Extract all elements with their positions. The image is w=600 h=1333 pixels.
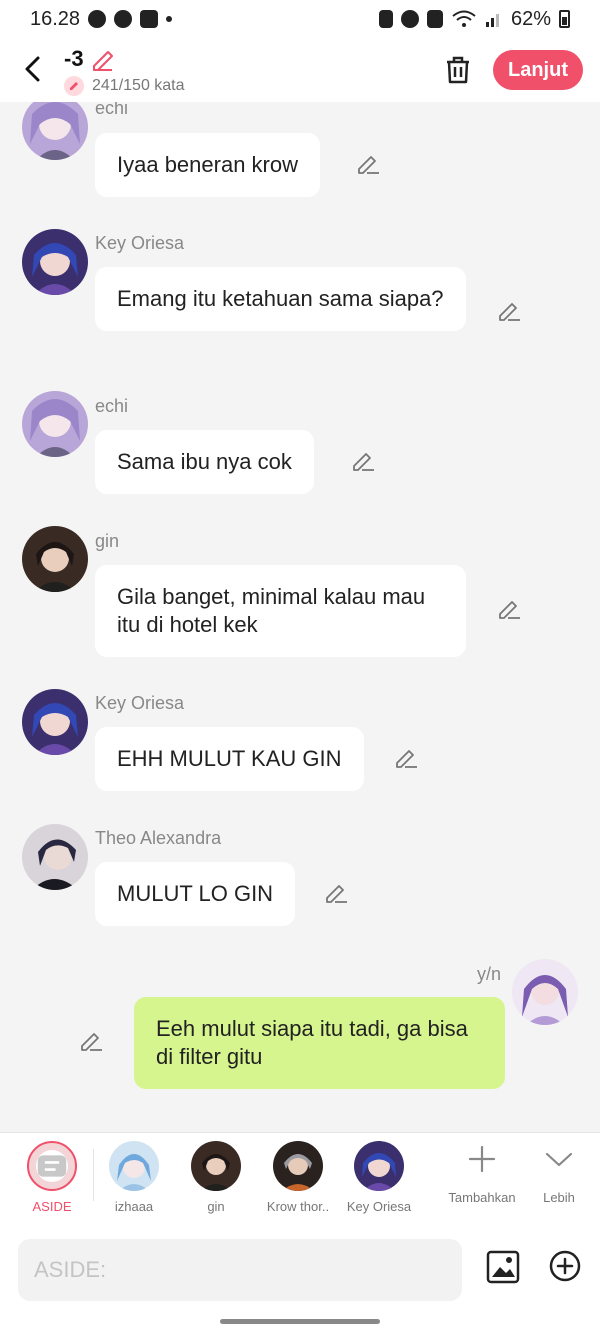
character-izhaaa[interactable]: izhaaa	[94, 1141, 174, 1214]
chat-area[interactable]: echi Iyaa beneran krow Key Oriesa Emang …	[0, 102, 600, 1132]
character-avatar	[354, 1141, 404, 1191]
image-icon	[486, 1250, 520, 1284]
character-avatar	[109, 1141, 159, 1191]
character-name: gin	[207, 1199, 225, 1214]
avatar-key-oriesa[interactable]	[22, 689, 88, 755]
plus-icon	[468, 1145, 496, 1173]
edit-message-button[interactable]	[496, 298, 522, 324]
edit-message-button[interactable]	[355, 151, 381, 177]
pencil-icon	[396, 750, 417, 768]
word-count-text: 241/150 kata	[92, 77, 185, 94]
sender-name: Key Oriesa	[95, 233, 185, 253]
character-bar: ASIDE izhaaa gin Krow thor.. Key Oriesa …	[0, 1132, 600, 1227]
message-bubble[interactable]: Sama ibu nya cok	[95, 430, 314, 494]
message-bubble[interactable]: MULUT LO GIN	[95, 862, 296, 926]
next-button[interactable]: Lanjut	[493, 50, 583, 90]
sender-name: y/n	[477, 964, 502, 984]
back-button[interactable]	[18, 52, 48, 86]
character-aside[interactable]: ASIDE	[12, 1141, 92, 1214]
character-avatar	[191, 1141, 241, 1191]
notification-app-icon	[140, 10, 159, 28]
pencil-icon	[326, 885, 347, 903]
notification-app-icon	[88, 10, 107, 28]
sender-name: echi	[95, 102, 129, 118]
sender-name: gin	[95, 531, 120, 551]
add-button[interactable]	[548, 1249, 582, 1283]
character-krow[interactable]: Krow thor..	[258, 1141, 338, 1214]
wifi-icon	[452, 10, 476, 27]
sender-name: Theo Alexandra	[95, 828, 222, 848]
pencil-icon	[353, 453, 374, 471]
avatar-y-n[interactable]	[512, 959, 578, 1025]
home-bar	[0, 1311, 600, 1333]
aside-avatar	[27, 1141, 77, 1191]
input-bar	[0, 1227, 600, 1311]
chat-bubble-icon	[36, 1150, 68, 1182]
message-bubble[interactable]: Gila banget, minimal kalau mau itu di ho…	[95, 565, 466, 657]
home-indicator[interactable]	[220, 1319, 380, 1324]
page-title: -3	[64, 46, 84, 71]
more-notifications-dot-icon	[166, 16, 173, 22]
plus-circle-icon	[549, 1250, 581, 1282]
pencil-icon	[93, 51, 113, 71]
more-button[interactable]: Lebih	[519, 1143, 599, 1205]
avatar-echi[interactable]	[22, 391, 88, 457]
character-name: Key Oriesa	[346, 1199, 412, 1214]
add-character-label: Tambahkan	[448, 1190, 516, 1205]
status-time: 16.28	[30, 7, 81, 30]
edit-title-button[interactable]	[90, 46, 116, 72]
edit-message-button[interactable]	[350, 448, 376, 474]
message-bubble[interactable]: Iyaa beneran krow	[95, 133, 320, 197]
chevron-down-icon	[545, 1152, 573, 1167]
message-bubble[interactable]: Emang itu ketahuan sama siapa?	[95, 267, 466, 331]
message-bubble-mine[interactable]: Eeh mulut siapa itu tadi, ga bisa di fil…	[134, 997, 505, 1089]
pencil-icon	[358, 156, 379, 174]
sender-name: echi	[95, 396, 129, 416]
whatsapp-icon	[114, 10, 133, 28]
battery-percent: 62%	[510, 7, 551, 30]
more-label: Lebih	[543, 1190, 575, 1205]
battery-icon	[559, 10, 570, 28]
edit-message-button[interactable]	[78, 1028, 104, 1054]
alarm-icon	[400, 10, 419, 28]
message-input[interactable]	[18, 1239, 462, 1301]
character-avatar	[273, 1141, 323, 1191]
insert-image-button[interactable]	[485, 1249, 521, 1285]
character-key-oriesa[interactable]: Key Oriesa	[339, 1141, 419, 1214]
edit-message-button[interactable]	[393, 745, 419, 771]
avatar-key-oriesa[interactable]	[22, 229, 88, 295]
mute-icon	[426, 10, 443, 28]
avatar-echi[interactable]	[22, 102, 88, 160]
header: -3 241/150 kata Lanjut	[0, 38, 600, 102]
signal-icon	[485, 14, 499, 27]
avatar-theo-alexandra[interactable]	[22, 824, 88, 890]
pencil-icon	[81, 1033, 102, 1051]
pencil-icon	[499, 601, 520, 619]
message-bubble[interactable]: EHH MULUT KAU GIN	[95, 727, 364, 791]
character-gin[interactable]: gin	[176, 1141, 256, 1214]
avatar-gin[interactable]	[22, 526, 88, 592]
word-count: 241/150 kata	[64, 76, 185, 96]
trash-icon	[447, 56, 469, 84]
character-name: Krow thor..	[266, 1199, 330, 1214]
edit-message-button[interactable]	[323, 880, 349, 906]
edit-message-button[interactable]	[496, 596, 522, 622]
pencil-icon	[499, 303, 520, 321]
character-name: ASIDE	[32, 1199, 72, 1214]
pencil-icon	[64, 76, 84, 96]
delete-button[interactable]	[442, 54, 474, 86]
status-bar: 16.28 62%	[0, 0, 600, 38]
recycle-icon	[378, 10, 393, 28]
chevron-left-icon	[25, 56, 40, 82]
character-name: izhaaa	[114, 1199, 154, 1214]
sender-name: Key Oriesa	[95, 693, 185, 713]
add-character-button[interactable]: Tambahkan	[442, 1143, 522, 1205]
